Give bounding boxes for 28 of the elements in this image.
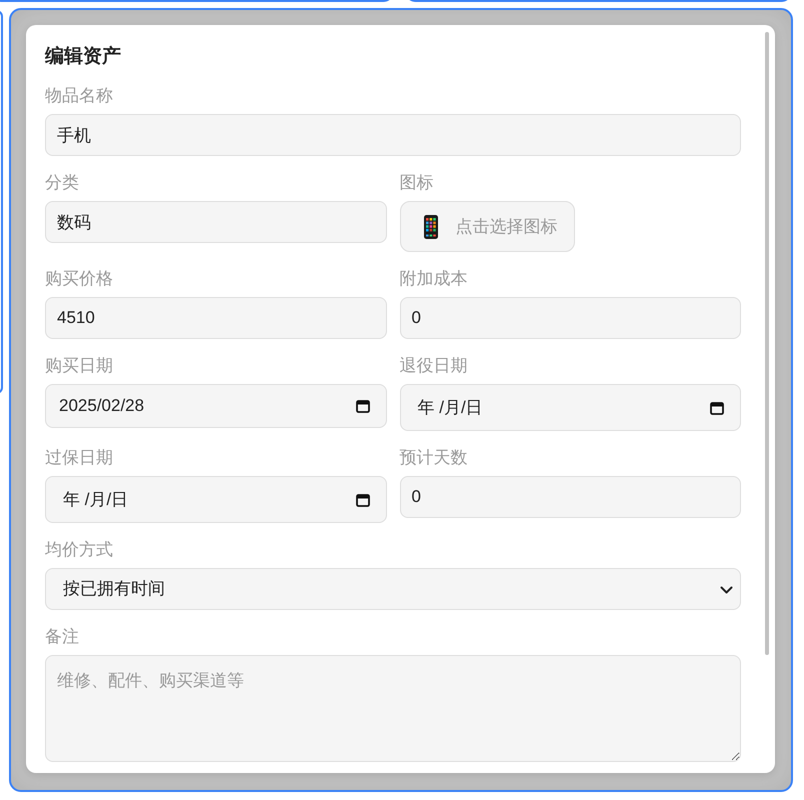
field-label: 图标 (400, 172, 434, 194)
field-label: 物品名称 (45, 85, 113, 107)
chevron-down-icon (720, 584, 733, 594)
calendar-icon (356, 492, 370, 506)
field-label: 购买价格 (45, 268, 113, 290)
text-field[interactable]: 手机 (45, 114, 741, 156)
text-field[interactable]: 0 (400, 476, 741, 518)
text-field[interactable]: 数码 (45, 201, 386, 243)
date-field[interactable]: 2025/02/28 (45, 384, 386, 428)
text-field[interactable]: 0 (400, 297, 741, 339)
dialog-title: 编辑资产 (45, 44, 121, 69)
date-field[interactable]: 年 /月/日 (45, 476, 386, 523)
field-label: 分类 (45, 172, 79, 194)
text-area[interactable]: 维修、配件、购买渠道等 (45, 655, 741, 762)
field-label: 均价方式 (45, 539, 113, 561)
field-label: 过保日期 (45, 447, 113, 469)
calendar-icon (356, 399, 370, 413)
text-field[interactable]: 4510 (45, 297, 386, 339)
field-label: 附加成本 (400, 268, 468, 290)
scrollbar[interactable] (765, 32, 769, 655)
field-label: 购买日期 (45, 355, 113, 377)
calendar-icon (710, 400, 724, 414)
field-label: 备注 (45, 626, 79, 648)
date-field[interactable]: 年 /月/日 (400, 384, 741, 431)
field-label: 预计天数 (400, 447, 468, 469)
field-label: 退役日期 (400, 355, 468, 377)
dropdown[interactable]: 按已拥有时间 (45, 568, 741, 610)
phone-icon (424, 214, 438, 238)
